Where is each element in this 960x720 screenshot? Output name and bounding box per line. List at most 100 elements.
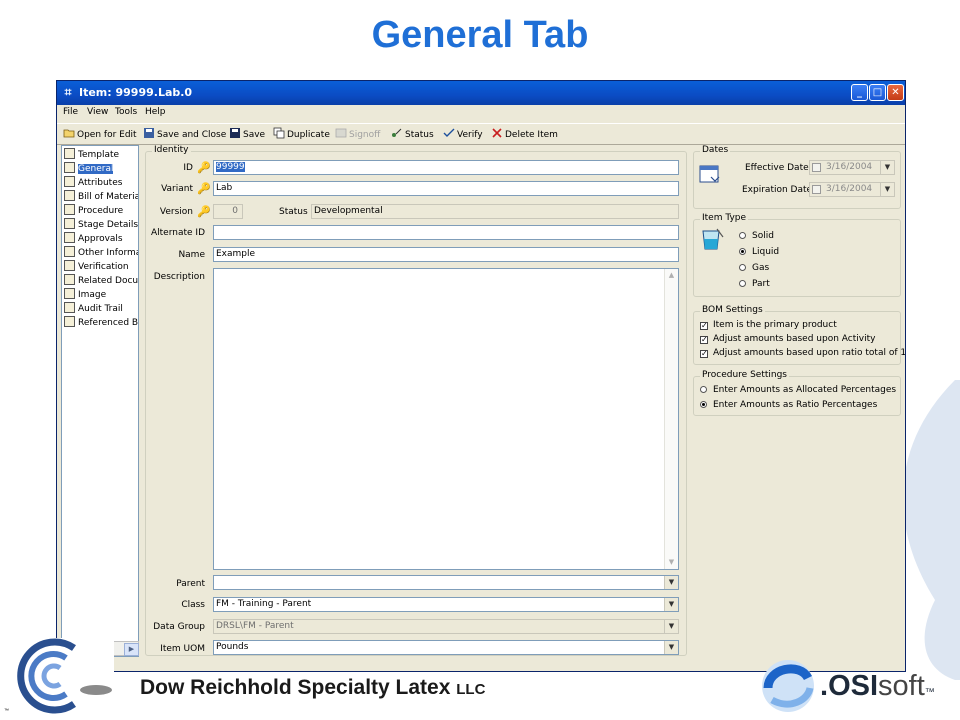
open-folder-icon	[63, 129, 75, 138]
description-label: Description	[153, 272, 205, 282]
alternate-id-field[interactable]	[213, 225, 679, 240]
item-type-part-radio[interactable]: Part	[739, 279, 770, 289]
allocated-percentages-label: Enter Amounts as Allocated Percentages	[713, 385, 897, 395]
solid-label: Solid	[752, 231, 774, 241]
close-button[interactable]: ✕	[887, 84, 904, 101]
primary-product-checkbox[interactable]: ✓ Item is the primary product	[700, 320, 837, 330]
variant-label: Variant	[161, 184, 193, 194]
adjust-activity-label: Adjust amounts based upon Activity	[713, 334, 876, 344]
menu-file[interactable]: File	[63, 107, 78, 117]
nav-item-attributes[interactable]: Attributes	[64, 176, 138, 190]
template-icon	[64, 148, 75, 159]
adjust-ratio-checkbox[interactable]: ✓ Adjust amounts based upon ratio total o…	[700, 348, 905, 358]
allocated-percentages-radio[interactable]: Enter Amounts as Allocated Percentages	[700, 385, 896, 395]
radio-dot	[700, 401, 707, 408]
chevron-down-icon[interactable]: ▼	[664, 576, 678, 589]
maximize-button[interactable]: □	[869, 84, 886, 101]
menu-help[interactable]: Help	[145, 107, 166, 117]
expiration-date-checkbox[interactable]	[812, 185, 821, 194]
nav-item-related-documents[interactable]: Related Docu	[64, 274, 138, 288]
item-type-liquid-radio[interactable]: Liquid	[739, 247, 779, 257]
item-type-solid-radio[interactable]: Solid	[739, 231, 774, 241]
gas-label: Gas	[752, 263, 770, 273]
nav-item-label: General	[78, 164, 114, 174]
radio-dot	[700, 386, 707, 393]
expiration-date-field[interactable]: 3/16/2004 ▼	[809, 182, 895, 197]
effective-date-field[interactable]: 3/16/2004 ▼	[809, 160, 895, 175]
nav-item-audit-trail[interactable]: Audit Trail	[64, 302, 138, 316]
parent-dropdown[interactable]: ▼	[213, 575, 679, 590]
chevron-down-icon[interactable]: ▼	[880, 161, 894, 174]
item-uom-dropdown[interactable]: Pounds ▼	[213, 640, 679, 655]
verify-button[interactable]: Verify	[443, 127, 483, 143]
id-field[interactable]: 99999	[213, 160, 679, 175]
referenced-by-icon	[64, 316, 75, 327]
nav-item-label: Attributes	[78, 178, 123, 188]
close-icon: ✕	[891, 87, 900, 98]
item-uom-label: Item UOM	[160, 644, 205, 654]
effective-date-checkbox[interactable]	[812, 163, 821, 172]
chevron-down-icon[interactable]: ▼	[664, 641, 678, 654]
nav-item-label: Verification	[78, 262, 129, 272]
scroll-right-icon[interactable]: ▶	[124, 643, 139, 656]
signoff-button[interactable]: Signoff	[335, 127, 380, 143]
minimize-button[interactable]: _	[851, 84, 868, 101]
minimize-icon: _	[857, 87, 862, 98]
open-for-edit-label: Open for Edit	[77, 130, 137, 140]
name-field[interactable]: Example	[213, 247, 679, 262]
menu-tools[interactable]: Tools	[115, 107, 137, 117]
duplicate-label: Duplicate	[287, 130, 330, 140]
adjust-activity-checkbox[interactable]: ✓ Adjust amounts based upon Activity	[700, 334, 875, 344]
nav-item-bill-of-materials[interactable]: Bill of Materials	[64, 190, 138, 204]
status-button[interactable]: Status	[391, 127, 434, 143]
nav-item-procedure[interactable]: Procedure	[64, 204, 138, 218]
navigation-pane: Template General Attributes Bill of Mate…	[61, 145, 139, 657]
menu-view[interactable]: View	[87, 107, 108, 117]
nav-item-image[interactable]: Image	[64, 288, 138, 302]
class-dropdown[interactable]: FM - Training - Parent ▼	[213, 597, 679, 612]
nav-item-label: Procedure	[78, 206, 124, 216]
data-group-label: Data Group	[153, 622, 205, 632]
ratio-percentages-radio[interactable]: Enter Amounts as Ratio Percentages	[700, 400, 877, 410]
window-title: Item: 99999.Lab.0	[79, 86, 193, 99]
procedure-settings-group-title: Procedure Settings	[700, 370, 789, 380]
chevron-down-icon[interactable]: ▼	[880, 183, 894, 196]
status-field: Developmental	[311, 204, 679, 219]
data-group-dropdown: DRSL\FM - Parent ▼	[213, 619, 679, 634]
delete-item-label: Delete Item	[505, 130, 558, 140]
identity-group-title: Identity	[152, 145, 191, 155]
window-titlebar[interactable]: ⌗ Item: 99999.Lab.0 _ □ ✕	[57, 81, 905, 105]
audit-trail-icon	[64, 302, 75, 313]
checkmark-icon: ✓	[700, 335, 708, 344]
chevron-down-icon[interactable]: ▼	[664, 598, 678, 611]
duplicate-button[interactable]: Duplicate	[273, 127, 330, 143]
expiration-date-label: Expiration Date	[742, 185, 813, 195]
open-for-edit-button[interactable]: Open for Edit	[63, 127, 137, 143]
menubar: File View Tools Help	[57, 105, 905, 121]
description-textarea[interactable]: ▲ ▼	[213, 268, 679, 570]
nav-item-general[interactable]: General	[64, 162, 138, 176]
status-icon	[392, 128, 402, 137]
nav-item-other-information[interactable]: Other Informat	[64, 246, 138, 260]
nav-item-stage-details[interactable]: Stage Details	[64, 218, 138, 232]
nav-item-template[interactable]: Template	[64, 148, 138, 162]
scroll-down-icon[interactable]: ▼	[665, 556, 678, 569]
save-button[interactable]: Save	[229, 127, 265, 143]
nav-item-verification[interactable]: Verification	[64, 260, 138, 274]
image-icon	[64, 288, 75, 299]
nav-item-referenced-by[interactable]: Referenced By	[64, 316, 138, 330]
delete-item-button[interactable]: Delete Item	[491, 127, 558, 143]
maximize-icon: □	[872, 87, 883, 98]
beaker-icon	[702, 228, 724, 250]
description-scrollbar[interactable]: ▲ ▼	[664, 269, 678, 569]
procedure-settings-group: Procedure Settings	[693, 370, 901, 416]
variant-field[interactable]: Lab	[213, 181, 679, 196]
item-type-gas-radio[interactable]: Gas	[739, 263, 769, 273]
nav-item-label: Image	[78, 290, 107, 300]
item-type-group-title: Item Type	[700, 213, 749, 223]
version-field: 0	[213, 204, 243, 219]
save-and-close-button[interactable]: Save and Close	[143, 127, 226, 143]
nav-item-approvals[interactable]: Approvals	[64, 232, 138, 246]
verification-icon	[64, 260, 75, 271]
scroll-up-icon[interactable]: ▲	[665, 269, 678, 282]
